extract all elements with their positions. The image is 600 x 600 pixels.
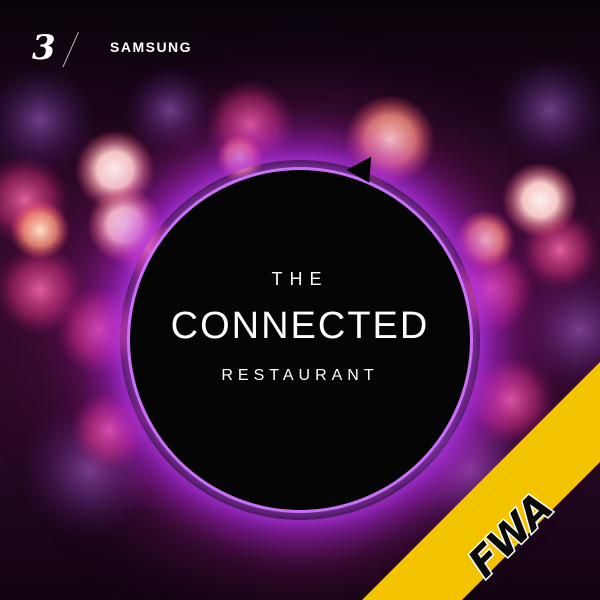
logo-divider — [62, 32, 79, 68]
top-logo-bar: 3 SAMSUNG — [0, 0, 600, 80]
headline-main: CONNECTED — [170, 305, 430, 347]
three-logo: 3 — [32, 28, 56, 68]
samsung-logo: SAMSUNG — [110, 39, 193, 55]
headline-post: RESTAURANT — [221, 367, 379, 384]
poster: 3 SAMSUNG THE CONNECTED RESTAURANT FWA — [0, 0, 600, 600]
headline-pre: THE — [271, 269, 329, 289]
